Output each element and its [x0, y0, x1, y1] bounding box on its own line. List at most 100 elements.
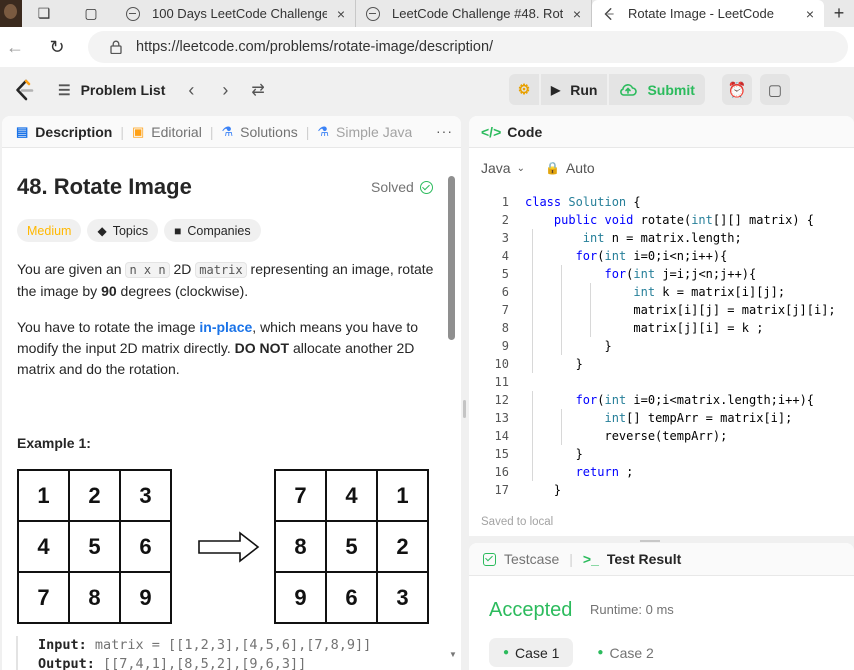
more-tabs-icon[interactable]: ···	[436, 123, 453, 139]
matrix-cell: 7	[275, 470, 326, 521]
result-status: Accepted	[489, 599, 573, 621]
matrix-cell: 3	[377, 572, 428, 623]
matrix-cell: 6	[326, 572, 377, 623]
matrix-cell: 7	[18, 572, 69, 623]
browser-tab-strip: ❏ ▢ 100 Days LeetCode Challenge - e × Le…	[0, 0, 854, 27]
companies-tag-button[interactable]: ■ Companies	[164, 219, 261, 242]
code-line[interactable]: 4 for(int i=0;i<n;i++){	[469, 247, 854, 265]
tab-favicon-icon	[126, 6, 140, 21]
horizontal-splitter-handle[interactable]	[640, 540, 660, 542]
problem-title[interactable]: 48. Rotate Image	[17, 174, 192, 200]
code-line[interactable]: 15 }	[469, 445, 854, 463]
code-text: for(int j=i;j<n;j++){	[604, 267, 757, 281]
scroll-down-icon[interactable]: ▼	[449, 650, 457, 659]
code-line[interactable]: 9 }	[469, 337, 854, 355]
new-tab-button[interactable]: +	[824, 0, 854, 27]
matrix-cell: 9	[120, 572, 171, 623]
notes-icon[interactable]: ▢	[760, 74, 790, 105]
input-value: matrix = [[1,2,3],[4,5,6],[7,8,9]]	[86, 637, 372, 653]
input-label: Input:	[38, 637, 87, 653]
testcase-label: Testcase	[504, 551, 560, 567]
tab-description[interactable]: ▤ Description	[16, 124, 112, 140]
case-1-tab[interactable]: ● Case 1	[489, 638, 574, 667]
list-icon: ☰	[58, 81, 71, 98]
browser-tab-title: Rotate Image - LeetCode	[628, 6, 774, 21]
run-button[interactable]: ▶ Run	[541, 74, 608, 105]
problem-list-button[interactable]: ☰ Problem List	[58, 82, 165, 99]
code-editor[interactable]: 1 class Solution {2 public void rotate(in…	[469, 193, 854, 499]
code-line[interactable]: 6 int k = matrix[i][j];	[469, 283, 854, 301]
close-tab-icon[interactable]: ×	[337, 6, 345, 22]
line-number: 7	[501, 303, 509, 317]
output-label: Output:	[38, 656, 95, 670]
language-select[interactable]: Java	[481, 160, 511, 176]
code-text: return ;	[575, 465, 634, 479]
editor-toolbar: Java ⌄ 🔒 Auto	[469, 148, 854, 188]
next-problem-chevron-icon[interactable]: ›	[217, 80, 233, 101]
description-icon: ▤	[16, 123, 29, 139]
code-line[interactable]: 11	[469, 373, 854, 391]
tab-testcase[interactable]: Testcase	[483, 551, 559, 567]
alarm-clock-icon[interactable]: ⏰	[722, 74, 752, 105]
tab-editorial[interactable]: ▣ Editorial	[132, 124, 202, 140]
code-brackets-icon: </>	[481, 123, 502, 140]
code-text: }	[525, 447, 583, 461]
tab-simple-java[interactable]: ⚗ Simple Java	[317, 124, 412, 140]
prev-problem-chevron-icon[interactable]: ‹	[183, 80, 199, 101]
leetcode-logo-icon[interactable]	[12, 78, 36, 102]
tag-icon: ◆	[97, 223, 107, 238]
play-icon: ▶	[551, 82, 561, 97]
code-panel-header: </> Code	[469, 116, 854, 148]
desc-text: degrees (clockwise).	[116, 283, 249, 299]
case-2-tab[interactable]: ● Case 2	[583, 638, 667, 667]
browser-tab-3[interactable]: Rotate Image - LeetCode ×	[592, 0, 824, 27]
chevron-down-icon[interactable]: ⌄	[517, 163, 525, 174]
code-line[interactable]: 7 matrix[i][j] = matrix[j][i];	[469, 301, 854, 319]
code-line[interactable]: 16 return ;	[469, 463, 854, 481]
close-tab-icon[interactable]: ×	[573, 6, 581, 22]
browser-tab-1[interactable]: 100 Days LeetCode Challenge - e ×	[116, 0, 356, 27]
code-line[interactable]: 13 int[] tempArr = matrix[i];	[469, 409, 854, 427]
profile-avatar[interactable]	[0, 0, 22, 27]
debug-button[interactable]: ⚙	[509, 74, 539, 105]
workspaces-icon[interactable]: ❏	[22, 0, 66, 27]
url-field[interactable]: https://leetcode.com/problems/rotate-ima…	[88, 31, 848, 63]
reload-icon[interactable]: ↻	[42, 37, 72, 58]
problem-tags: Medium ◆ Topics ■ Companies	[17, 219, 261, 242]
code-line[interactable]: 12 for(int i=0;i<matrix.length;i++){	[469, 391, 854, 409]
matrix-cell: 5	[326, 521, 377, 572]
code-line[interactable]: 10 }	[469, 355, 854, 373]
line-number: 16	[494, 465, 509, 479]
in-place-link[interactable]: in-place	[199, 319, 252, 335]
code-line[interactable]: 3 int n = matrix.length;	[469, 229, 854, 247]
topics-tag-button[interactable]: ◆ Topics	[87, 219, 159, 242]
shuffle-icon[interactable]: ⇄	[251, 80, 264, 100]
submit-button[interactable]: Submit	[609, 74, 705, 105]
tab-actions-icon[interactable]: ▢	[66, 0, 116, 27]
run-submit-group: ⚙ ▶ Run Submit	[509, 74, 705, 105]
code-line[interactable]: 8 matrix[j][i] = k ;	[469, 319, 854, 337]
vertical-splitter-handle[interactable]	[463, 400, 466, 418]
code-line[interactable]: 14 reverse(tempArr);	[469, 427, 854, 445]
browser-tab-2[interactable]: LeetCode Challenge #48. Rotate ×	[356, 0, 592, 27]
description-scrollbar[interactable]	[448, 176, 455, 340]
right-arrow-icon	[198, 531, 260, 563]
desc-bold: DO NOT	[234, 340, 290, 356]
matrix-cell: 8	[275, 521, 326, 572]
code-line[interactable]: 5 for(int j=i;j<n;j++){	[469, 265, 854, 283]
flask-icon: ⚗	[317, 123, 330, 139]
back-arrow-icon[interactable]: ←	[0, 37, 30, 58]
code-line[interactable]: 2 public void rotate(int[][] matrix) {	[469, 211, 854, 229]
code-line[interactable]: 17 }	[469, 481, 854, 499]
description-paragraph-2: You have to rotate the image in-place, w…	[17, 317, 437, 380]
input-matrix-image: 1 2 3 4 5 6 7 8 9	[17, 469, 172, 624]
book-icon: ▣	[131, 123, 145, 139]
auto-mode-label[interactable]: Auto	[566, 160, 595, 176]
tab-solutions[interactable]: ⚗ Solutions	[221, 124, 297, 140]
close-tab-icon[interactable]: ×	[806, 6, 814, 22]
tab-test-result[interactable]: >_ Test Result	[583, 551, 681, 567]
code-line[interactable]: 1 class Solution {	[469, 193, 854, 211]
flask-icon: ⚗	[221, 123, 234, 139]
desc-text: You have to rotate the image	[17, 319, 200, 335]
code-text: matrix[i][j] = matrix[j][i];	[525, 303, 836, 317]
